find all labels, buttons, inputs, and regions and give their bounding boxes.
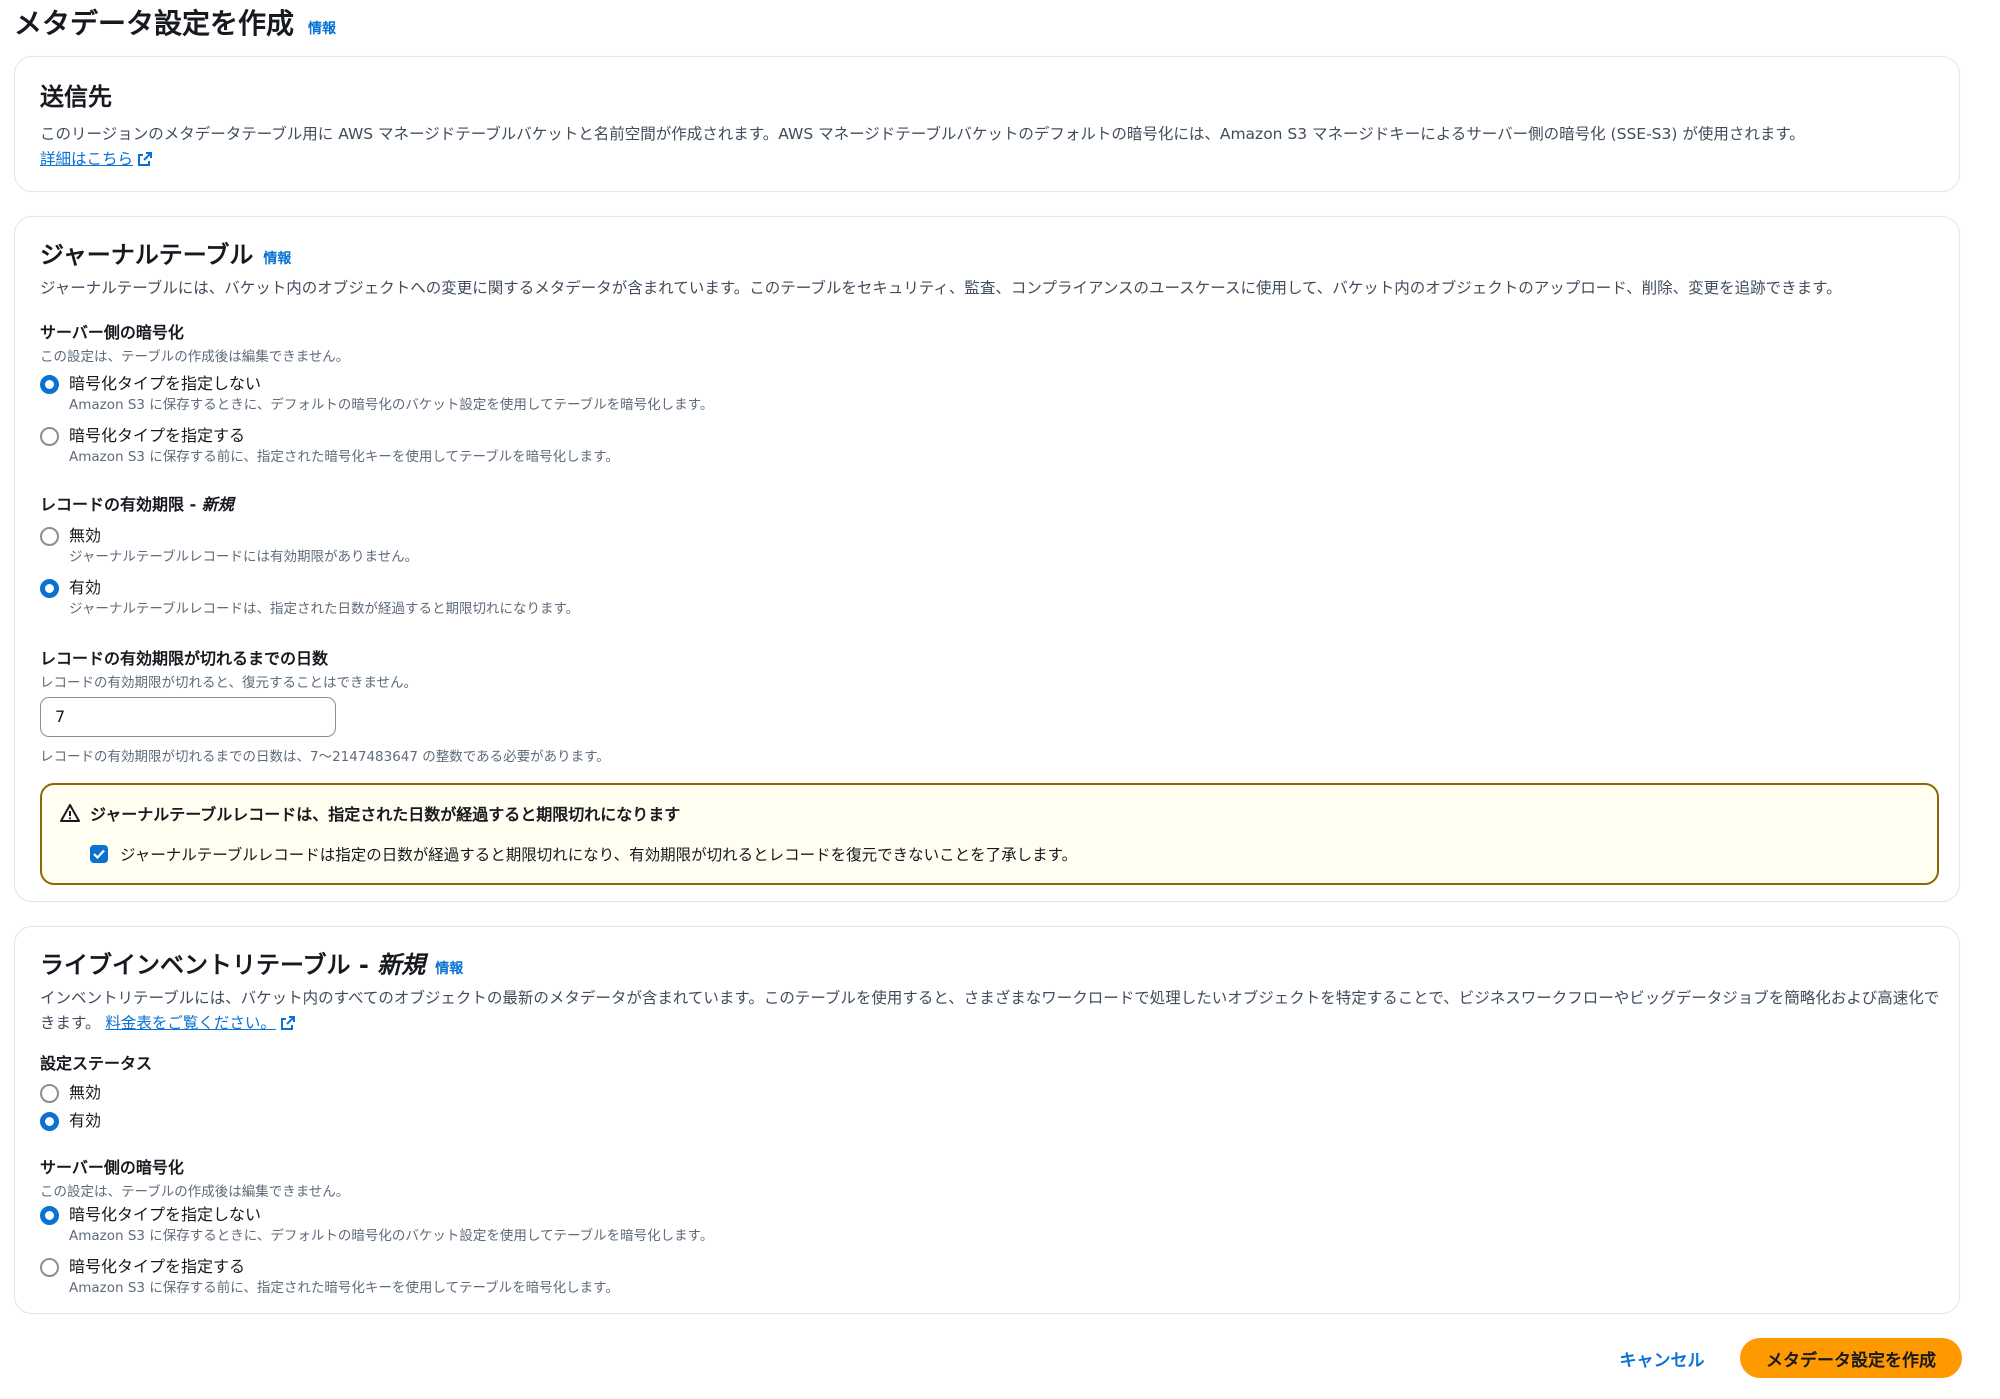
acknowledge-checkbox[interactable] [90, 845, 108, 863]
destination-description: このリージョンのメタデータテーブル用に AWS マネージドテーブルバケットと名前… [40, 125, 1805, 168]
journal-days-group: レコードの有効期限が切れるまでの日数 レコードの有効期限が切れると、復元すること… [40, 645, 1934, 765]
journal-table-panel: ジャーナルテーブル 情報 ジャーナルテーブルには、バケット内のオブジェクトへの変… [14, 216, 1960, 902]
journal-expiration-option-disabled[interactable]: 無効 ジャーナルテーブルレコードには有効期限がありません。 [40, 525, 1934, 567]
inventory-enc-option-specify[interactable]: 暗号化タイプを指定する Amazon S3 に保存する前に、指定された暗号化キー… [40, 1256, 1934, 1298]
inventory-encryption-group: サーバー側の暗号化 この設定は、テーブルの作成後は編集できません。 暗号化タイプ… [40, 1154, 1934, 1298]
radio-selected[interactable] [40, 375, 59, 394]
inventory-info-link[interactable]: 情報 [435, 958, 463, 978]
journal-encryption-desc: この設定は、テーブルの作成後は編集できません。 [40, 349, 350, 365]
inventory-title: ライブインベントリテーブル - 新規 情報 [40, 951, 464, 979]
warning-icon [60, 804, 80, 822]
radio-unselected[interactable] [40, 1258, 59, 1277]
destination-title: 送信先 [40, 83, 112, 111]
days-desc: レコードの有効期限が切れると、復元することはできません。 [40, 675, 418, 691]
days-input[interactable]: 7 [40, 697, 336, 737]
journal-info-link[interactable]: 情報 [263, 248, 291, 268]
inventory-description: インベントリテーブルには、バケット内のすべてのオブジェクトの最新のメタデータが含… [40, 989, 1940, 1032]
acknowledge-checkbox-row[interactable]: ジャーナルテーブルレコードは指定の日数が経過すると期限切れになり、有効期限が切れ… [90, 843, 1919, 865]
page-title-text: メタデータ設定を作成 [14, 7, 295, 40]
journal-enc-option-default[interactable]: 暗号化タイプを指定しない Amazon S3 に保存するときに、デフォルトの暗号… [40, 373, 1934, 415]
checkmark-icon [93, 849, 105, 860]
radio-unselected[interactable] [40, 527, 59, 546]
days-label: レコードの有効期限が切れるまでの日数 [40, 649, 329, 668]
status-option-disabled[interactable]: 無効 [40, 1082, 1934, 1104]
journal-enc-option-specify[interactable]: 暗号化タイプを指定する Amazon S3 に保存する前に、指定された暗号化キー… [40, 425, 1934, 467]
pricing-link[interactable]: 料金表をご覧ください。 [105, 1014, 296, 1032]
page-info-link[interactable]: 情報 [308, 18, 336, 38]
radio-selected[interactable] [40, 579, 59, 598]
alert-title: ジャーナルテーブルレコードは、指定された日数が経過すると期限切れになります [90, 805, 681, 824]
radio-unselected[interactable] [40, 1084, 59, 1103]
status-label: 設定ステータス [40, 1054, 153, 1073]
journal-expiration-label: レコードの有効期限 - 新規 [40, 495, 234, 514]
create-metadata-config-button[interactable]: メタデータ設定を作成 [1740, 1338, 1962, 1378]
acknowledge-label: ジャーナルテーブルレコードは指定の日数が経過すると期限切れになり、有効期限が切れ… [120, 846, 1078, 864]
journal-description: ジャーナルテーブルには、バケット内のオブジェクトへの変更に関するメタデータが含ま… [40, 279, 1842, 297]
days-constraint: レコードの有効期限が切れるまでの日数は、7〜2147483647 の整数である必… [40, 749, 610, 765]
cancel-button[interactable]: キャンセル [1602, 1340, 1722, 1376]
radio-selected[interactable] [40, 1206, 59, 1225]
inventory-status-group: 設定ステータス 無効 有効 [40, 1050, 1934, 1132]
page-title: メタデータ設定を作成 情報 [14, 2, 336, 42]
journal-encryption-label: サーバー側の暗号化 [40, 323, 184, 342]
radio-selected[interactable] [40, 1112, 59, 1131]
learn-more-link[interactable]: 詳細はこちら [40, 150, 153, 168]
status-option-enabled[interactable]: 有効 [40, 1110, 1934, 1132]
external-link-icon [280, 1016, 295, 1030]
inventory-table-panel: ライブインベントリテーブル - 新規 情報 インベントリテーブルには、バケット内… [14, 926, 1960, 1314]
destination-panel: 送信先 このリージョンのメタデータテーブル用に AWS マネージドテーブルバケッ… [14, 56, 1960, 192]
journal-encryption-group: サーバー側の暗号化 この設定は、テーブルの作成後は編集できません。 暗号化タイプ… [40, 319, 1934, 467]
inventory-enc-option-default[interactable]: 暗号化タイプを指定しない Amazon S3 に保存するときに、デフォルトの暗号… [40, 1204, 1934, 1246]
journal-title: ジャーナルテーブル 情報 [40, 241, 292, 269]
inventory-encryption-desc: この設定は、テーブルの作成後は編集できません。 [40, 1184, 350, 1200]
journal-expiration-group: レコードの有効期限 - 新規 無効 ジャーナルテーブルレコードには有効期限があり… [40, 491, 1934, 619]
expiration-warning-alert: ジャーナルテーブルレコードは、指定された日数が経過すると期限切れになります ジャ… [40, 783, 1939, 885]
radio-unselected[interactable] [40, 427, 59, 446]
inventory-encryption-label: サーバー側の暗号化 [40, 1158, 184, 1177]
journal-expiration-option-enabled[interactable]: 有効 ジャーナルテーブルレコードは、指定された日数が経過すると期限切れになります… [40, 577, 1934, 619]
external-link-icon [138, 152, 153, 166]
